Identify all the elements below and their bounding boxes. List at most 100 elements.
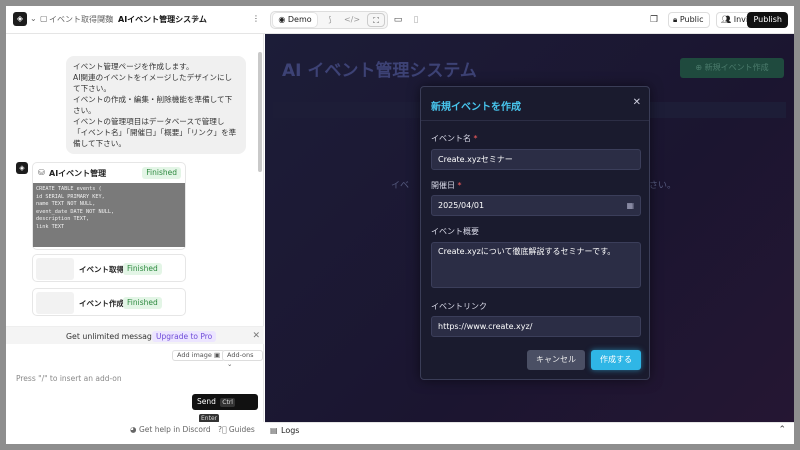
guides-link-label: Guides [228,425,255,434]
database-icon: ⛁ [38,168,45,177]
add-image-label: Add image [177,351,212,359]
function-card-label: イベント取得 [79,265,124,274]
status-badge: Finished [123,297,162,309]
plus-icon: ⊕ [695,63,703,72]
flow-icon[interactable]: ⟆ [321,13,339,27]
app-window: ◈ ⌄ ▢ イベント取得関数 / ▯ AIイベント管理システム ⇅ ⋮ ◉ De… [0,0,800,450]
help-icon: ?⃝ [218,425,227,434]
chat-panel: イベント管理ページを作成します。 AI関連のイベントをイメージしたデザインにして… [6,34,264,423]
required-mark: * [457,181,462,190]
view-mode-switch: ◉ Demo ⟆ </> ⛶ [270,11,388,29]
upsell-text: Get unlimited messages [66,332,161,341]
public-button-label: Public [679,15,704,24]
image-icon: ▣ [213,351,221,359]
expand-icon[interactable]: ⌃ [778,425,786,435]
file-icon: ▢ [40,14,48,23]
code-line: name TEXT NOT NULL, [36,201,96,208]
db-card-title: AIイベント管理 [49,169,107,178]
lock-icon: 🔒︎ [673,15,678,24]
chat-scrollbar[interactable] [258,52,262,172]
function-thumbnail [36,258,74,280]
discord-link-label: Get help in Discord [138,425,211,434]
event-link-label: イベントリンク [431,302,487,311]
user-message-line: AI関連のイベントをイメージしたデザインにして下さい。 [73,73,233,93]
logs-bar[interactable]: ▤ Logs ⌃ [265,422,794,438]
breadcrumb-separator: / [102,14,105,23]
modal-header: 新規イベントを作成 ✕ [421,87,649,121]
fullscreen-icon[interactable]: ⛶ [367,13,385,27]
sql-code-block: CREATE TABLE events ( id SERIAL PRIMARY … [33,183,185,247]
eye-icon: ◉ [278,15,286,24]
demo-tab-label: Demo [287,15,312,24]
code-line: description TEXT, [36,216,90,223]
event-description-textarea[interactable]: Create.xyzについて徹底解説するセミナーです。 [431,242,641,288]
event-description-label: イベント概要 [431,227,479,236]
desktop-view-icon[interactable]: ▭ [390,12,406,28]
kbd-ctrl: Ctrl [220,398,235,407]
preview-page-title: AI イベント管理システム [282,61,477,81]
demo-tab[interactable]: ◉ Demo [273,13,317,27]
chevron-down-icon: ⌄ [227,360,233,368]
close-icon[interactable]: ✕ [252,331,260,341]
duplicate-icon[interactable]: ❐ [646,12,662,28]
event-date-label-text: 開催日 [431,181,455,190]
code-line: CREATE TABLE events ( [36,186,102,192]
event-link-input[interactable]: https://www.create.xyz/ [431,316,641,337]
user-message-line: イベントの管理項目はデータベースで管理し「イベント名」「開催日」「概要」「リンク… [73,117,237,148]
logs-label: Logs [281,426,300,435]
db-card[interactable]: ⛁ AIイベント管理 Finished CREATE TABLE events … [32,162,186,250]
preview-new-event-button[interactable]: ⊕ 新規イベント作成 [680,58,784,78]
create-button[interactable]: 作成する [591,350,641,370]
upgrade-button[interactable]: Upgrade to Pro [152,331,217,342]
preview-new-event-label: 新規イベント作成 [704,63,769,72]
addons-label: Add-ons [227,351,254,359]
function-card[interactable]: イベント作成 Finished [32,288,186,316]
logs-icon: ▤ [270,426,278,435]
event-date-value: 2025/04/01 [438,201,485,210]
public-button[interactable]: 🔒︎ Public [668,12,710,28]
sort-icon[interactable]: ⇅ [192,14,199,23]
discord-link[interactable]: ◕ Get help in Discord [130,425,211,434]
cancel-button[interactable]: キャンセル [527,350,585,370]
event-date-label: 開催日 * [431,180,462,191]
preview-empty-text-right: さい。 [649,181,677,191]
send-label: Send [197,397,216,406]
more-icon[interactable]: ⋮ [252,14,260,23]
guides-link[interactable]: ?⃝ Guides [218,425,255,434]
add-image-button[interactable]: Add image ▣ [172,350,226,361]
event-date-input[interactable]: 2025/04/01 ▦ [431,195,641,216]
user-message-line: イベントの作成・編集・削除機能を準備して下さい。 [73,95,233,115]
event-name-label-text: イベント名 [431,134,471,143]
publish-button[interactable]: Publish [747,12,788,28]
modal-title: 新規イベントを作成 [431,102,521,113]
code-icon[interactable]: </> [343,13,361,27]
code-line: link TEXT [36,223,65,230]
addons-button[interactable]: Add-ons ⌄ [222,350,263,368]
chat-input[interactable]: Press "/" to insert an add-on [16,374,122,383]
code-line: event_date DATE NOT NULL, [36,208,115,215]
function-thumbnail [36,292,74,314]
send-button[interactable]: Send Ctrl Enter [192,394,258,423]
function-card[interactable]: イベント取得 Finished [32,254,186,282]
top-bar: ◈ ⌄ ▢ イベント取得関数 / ▯ AIイベント管理システム ⇅ ⋮ ◉ De… [6,6,794,34]
page-icon: ▯ [109,14,114,23]
app-logo-icon[interactable]: ◈ [13,12,27,26]
status-badge: Finished [123,263,162,275]
chevron-down-icon[interactable]: ⌄ [30,14,37,23]
function-card-label: イベント作成 [79,299,124,308]
status-badge: Finished [142,167,181,179]
mobile-view-icon[interactable]: ▯ [408,12,424,28]
discord-icon: ◕ [130,425,137,434]
chat-footer: ◕ Get help in Discord ?⃝ Guides [6,422,265,438]
event-name-input[interactable]: Create.xyzセミナー [431,149,641,170]
assistant-avatar-icon: ◈ [16,162,28,174]
close-icon[interactable]: ✕ [633,97,641,108]
create-event-modal: 新規イベントを作成 ✕ イベント名 * Create.xyzセミナー 開催日 *… [420,86,650,380]
user-message-line: イベント管理ページを作成します。 [73,62,194,71]
users-icon: 👥︎ [721,15,732,24]
upsell-banner: Get unlimited messages Upgrade to Pro ✕ [6,326,264,344]
calendar-icon[interactable]: ▦ [626,196,634,215]
required-mark: * [473,134,478,143]
event-name-label: イベント名 * [431,133,478,144]
preview-empty-text-left: イベ [391,181,410,191]
